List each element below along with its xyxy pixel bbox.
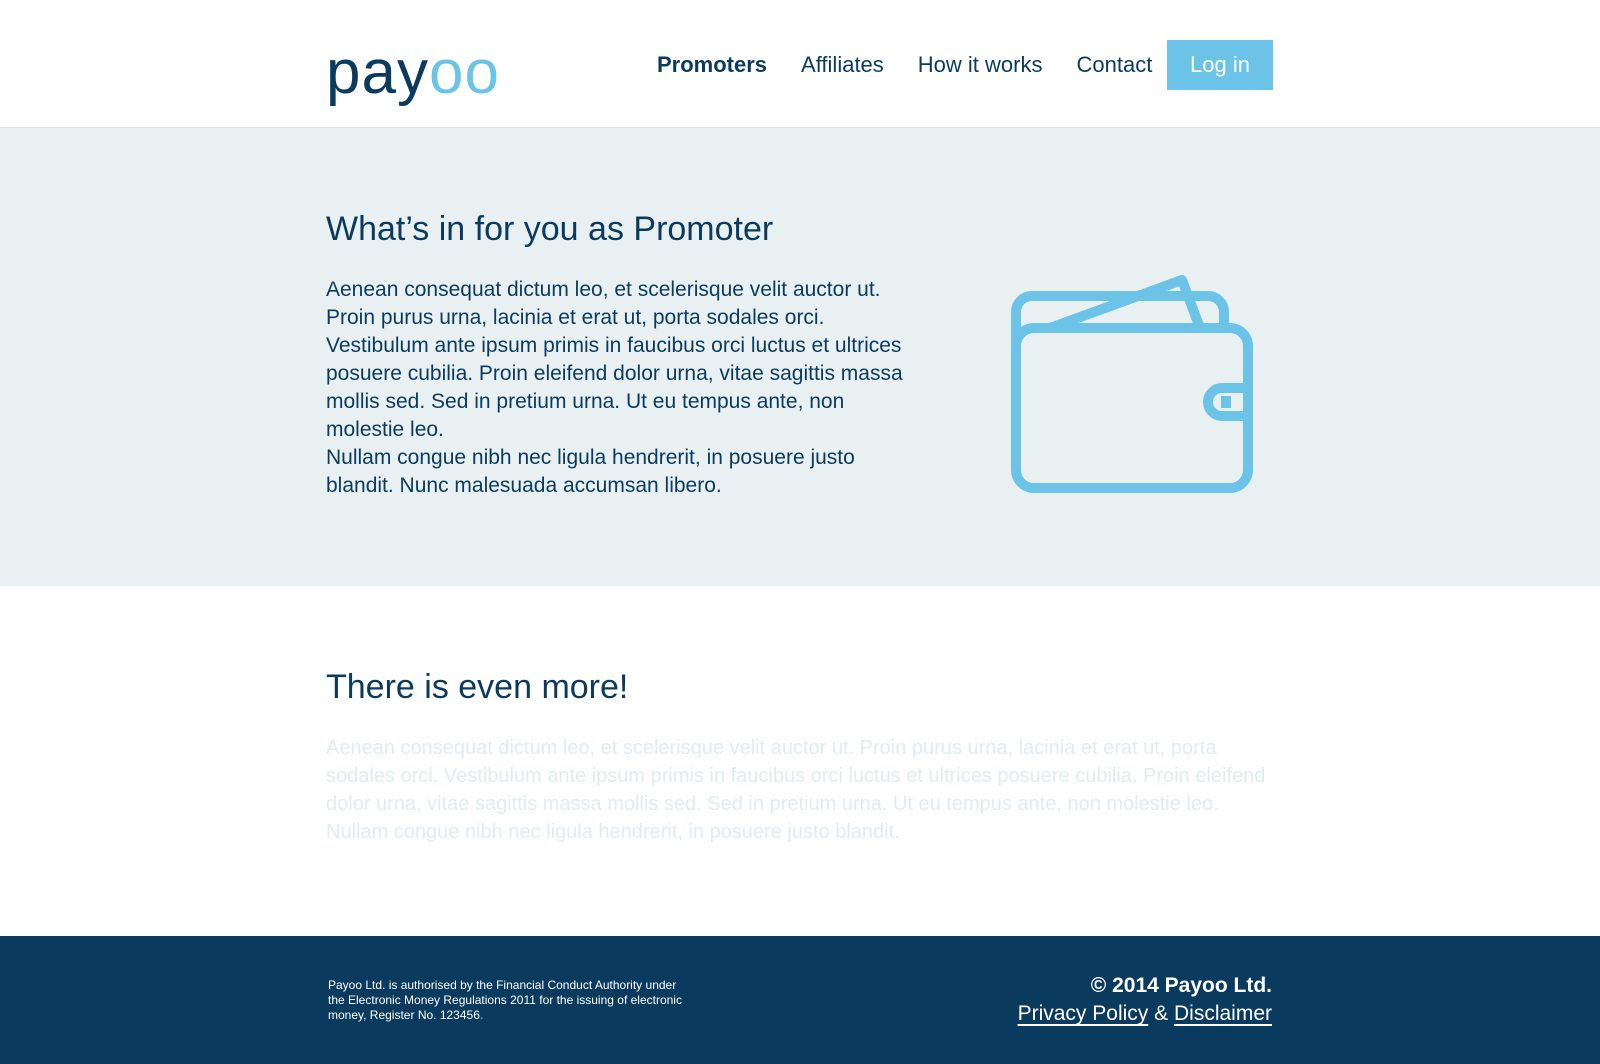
- logo-text-accent: oo: [428, 38, 500, 107]
- nav-item-affiliates[interactable]: Affiliates: [801, 52, 884, 78]
- promoter-section: What’s in for you as Promoter Aenean con…: [0, 128, 1600, 586]
- login-button[interactable]: Log in: [1167, 40, 1273, 90]
- wallet-icon: [1008, 274, 1258, 496]
- nav-item-promoters[interactable]: Promoters: [657, 52, 767, 78]
- privacy-policy-link[interactable]: Privacy Policy: [1018, 1002, 1149, 1025]
- promoter-section-title: What’s in for you as Promoter: [326, 210, 774, 248]
- disclaimer-link[interactable]: Disclaimer: [1174, 1002, 1272, 1025]
- more-section: There is even more! Aenean consequat dic…: [0, 586, 1600, 936]
- site-header: payoo Promoters Affiliates How it works …: [0, 0, 1600, 128]
- copyright-text: © 2014 Payoo Ltd.: [1090, 974, 1272, 997]
- footer-link-separator: &: [1154, 1002, 1169, 1025]
- nav-item-contact[interactable]: Contact: [1076, 52, 1152, 78]
- footer-links: Privacy Policy & Disclaimer: [1018, 1002, 1272, 1026]
- logo-wordmark: payoo: [326, 42, 500, 104]
- logo-text-primary: pay: [326, 38, 429, 107]
- main-nav: Promoters Affiliates How it works Contac…: [623, 40, 1152, 90]
- more-section-paragraph: Aenean consequat dictum leo, et sceleris…: [326, 737, 1266, 843]
- promoter-paragraph-2: Nullam congue nibh nec ligula hendrerit,…: [326, 446, 855, 497]
- nav-item-how-it-works[interactable]: How it works: [918, 52, 1043, 78]
- more-section-title: There is even more!: [326, 668, 629, 706]
- legal-notice: Payoo Ltd. is authorised by the Financia…: [328, 978, 682, 1022]
- site-footer: Payoo Ltd. is authorised by the Financia…: [0, 936, 1600, 1064]
- promoter-paragraph-1: Aenean consequat dictum leo, et sceleris…: [326, 278, 903, 441]
- payoo-logo[interactable]: payoo: [326, 38, 506, 104]
